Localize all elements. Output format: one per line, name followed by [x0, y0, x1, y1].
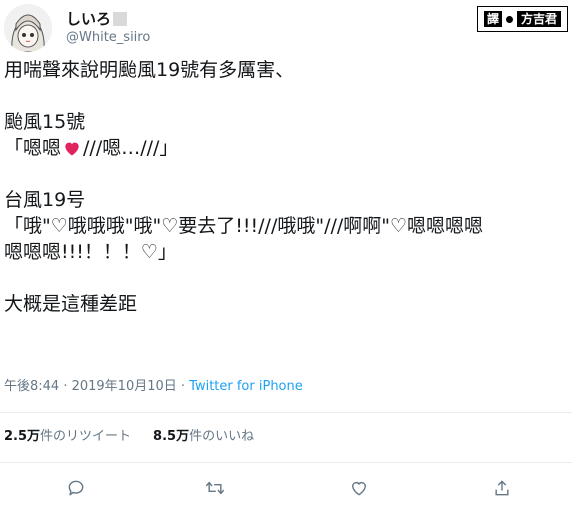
tweet-line-3-suffix: ///嗯…///」: [83, 137, 179, 159]
retweet-button[interactable]: [203, 476, 227, 500]
user-handle[interactable]: @White_siiro: [66, 30, 150, 46]
tweet-stats: 2.5万件のリツイート 8.5万件のいいね: [4, 428, 254, 446]
like-icon: [352, 481, 366, 496]
retweet-icon: [205, 481, 225, 495]
like-count-value: 8.5万: [153, 429, 190, 444]
avatar[interactable]: [4, 4, 52, 52]
tweet-line-3: 「嗯嗯 ///嗯…///」: [4, 136, 564, 160]
like-button[interactable]: [347, 476, 371, 500]
divider: [0, 462, 572, 463]
tweet-source-link[interactable]: Twitter for iPhone: [189, 379, 303, 394]
like-count-label: 件のいいね: [189, 429, 255, 444]
tweet-line-6: 嗯嗯嗯!!!！！！♡」: [4, 241, 177, 263]
display-name-text[interactable]: しいろ: [66, 10, 111, 28]
translator-badge-dot: [505, 15, 513, 23]
tweet-text: 用喘聲來說明颱風19號有多厲害、 颱風15號 「嗯嗯 ///嗯…///」 台風19…: [4, 58, 564, 316]
tweet-line-7: 大概是這種差距: [4, 293, 138, 315]
translator-badge: 譯 方吉君: [476, 6, 568, 32]
tweet-line-3-prefix: 「嗯嗯: [4, 137, 62, 159]
display-name[interactable]: しいろ: [66, 10, 128, 28]
tweet-timestamp[interactable]: 午後8:44 · 2019年10月10日 ·: [4, 379, 189, 394]
red-heart-icon: [61, 136, 83, 160]
tweet-metadata: 午後8:44 · 2019年10月10日 · Twitter for iPhon…: [4, 378, 303, 396]
divider: [0, 412, 572, 413]
reply-icon: [68, 480, 84, 496]
share-button[interactable]: [490, 476, 514, 500]
retweet-count-label: 件のリツイート: [40, 429, 132, 444]
display-name-redaction: [113, 12, 128, 26]
tweet-line-4: 台風19号: [4, 189, 86, 211]
like-count[interactable]: 8.5万件のいいね: [153, 428, 254, 446]
retweet-count-value: 2.5万: [4, 429, 41, 444]
tweet-line-2: 颱風15號: [4, 111, 86, 133]
translator-badge-key: 譯: [483, 11, 502, 27]
reply-button[interactable]: [64, 476, 88, 500]
tweet-actions: [0, 472, 572, 502]
avatar-image: [4, 4, 52, 52]
tweet-line-5: 「哦"♡哦哦哦"哦"♡要去了!!!///哦哦"///啊啊"♡嗯嗯嗯嗯: [4, 215, 484, 237]
translator-badge-name: 方吉君: [516, 11, 561, 27]
retweet-count[interactable]: 2.5万件のリツイート: [4, 428, 131, 446]
tweet-line-1: 用喘聲來說明颱風19號有多厲害、: [4, 59, 295, 81]
share-icon: [495, 480, 509, 496]
